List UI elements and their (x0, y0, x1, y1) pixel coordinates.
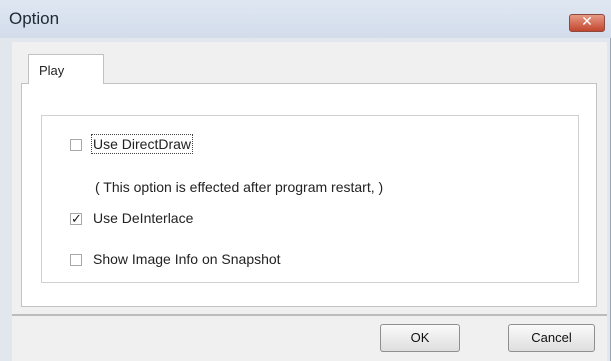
button-separator (12, 314, 607, 316)
use-deinterlace-label[interactable]: Use DeInterlace (93, 210, 193, 226)
window-title: Option (9, 9, 60, 28)
use-directdraw-checkbox[interactable] (70, 139, 82, 151)
tab-page-play: Use DirectDraw ( This option is effected… (21, 83, 597, 307)
option-dialog: Option ✕ Play Use DirectDraw ( This opti… (0, 0, 611, 361)
use-deinterlace-checkbox[interactable]: ✓ (70, 211, 82, 226)
dialog-client-area: Play Use DirectDraw ( This option is eff… (12, 42, 607, 361)
show-image-info-checkbox[interactable] (70, 254, 82, 266)
directdraw-restart-note: ( This option is effected after program … (95, 179, 384, 195)
ok-button[interactable]: OK (380, 324, 460, 352)
title-bar[interactable]: Option ✕ (0, 0, 611, 38)
cancel-button[interactable]: Cancel (508, 324, 595, 352)
options-groupbox: Use DirectDraw ( This option is effected… (41, 115, 579, 283)
show-image-info-label[interactable]: Show Image Info on Snapshot (93, 251, 281, 267)
use-directdraw-label[interactable]: Use DirectDraw (90, 134, 194, 154)
tab-play[interactable]: Play (28, 54, 104, 84)
checkmark-icon: ✓ (71, 211, 82, 226)
close-button[interactable]: ✕ (569, 13, 605, 32)
close-icon: ✕ (581, 13, 593, 29)
tab-play-label: Play (39, 63, 65, 78)
